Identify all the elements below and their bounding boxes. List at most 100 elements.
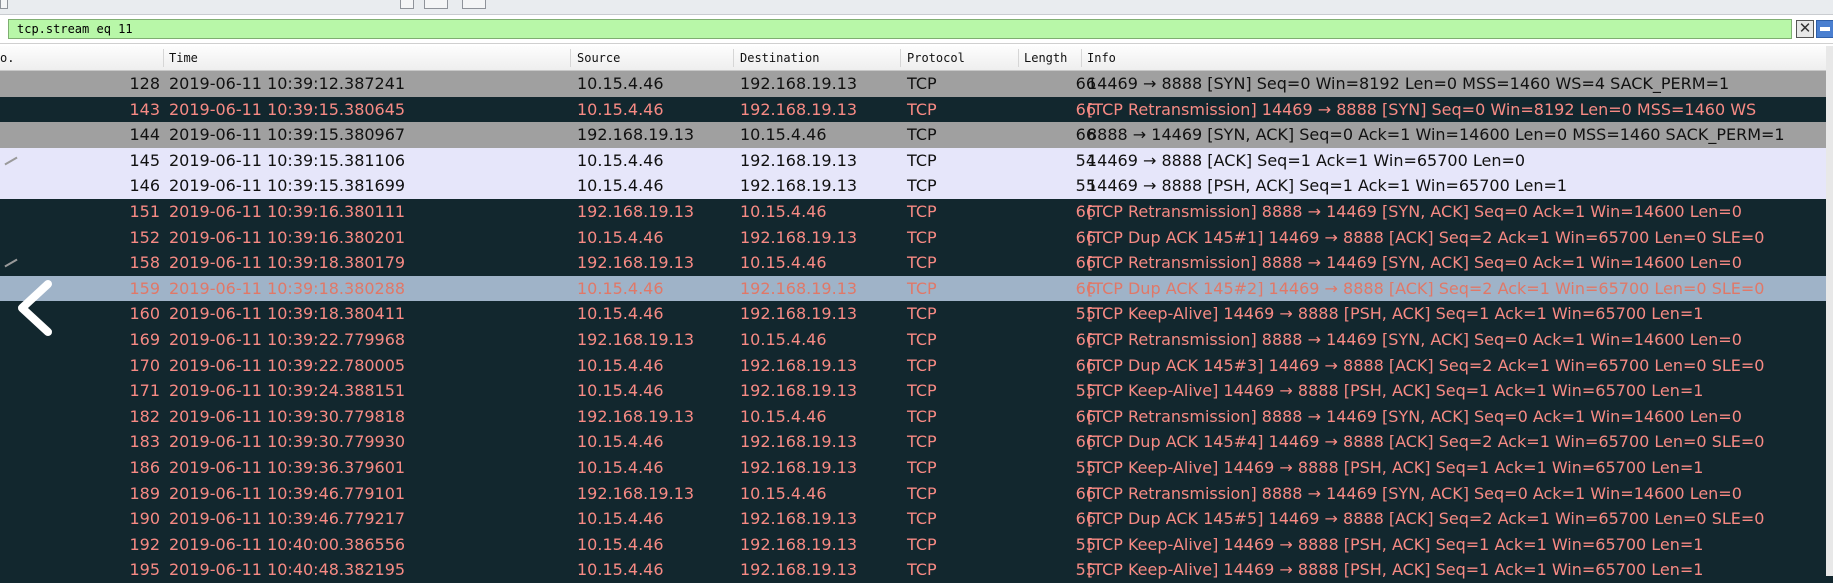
packet-row[interactable]: 186 2019-06-11 10:39:36.379601 10.15.4.46 1… — [0, 455, 1833, 481]
packet-row[interactable]: 195 2019-06-11 10:40:48.382195 10.15.4.46 1… — [0, 557, 1833, 583]
packet-time: 2019-06-11 10:39:18.380288 — [169, 278, 406, 298]
column-divider[interactable] — [1081, 49, 1082, 67]
packet-row[interactable]: 128 2019-06-11 10:39:12.387241 10.15.4.46 1… — [0, 71, 1833, 97]
packet-source: 10.15.4.46 — [577, 304, 664, 324]
packet-info: [TCP Dup ACK 145#1] 14469 → 8888 [ACK] S… — [1087, 227, 1765, 247]
packet-time: 2019-06-11 10:39:36.379601 — [169, 458, 406, 477]
packet-info: [TCP Dup ACK 145#2] 14469 → 8888 [ACK] S… — [1087, 278, 1765, 298]
packet-row[interactable]: 192 2019-06-11 10:40:00.386556 10.15.4.46 1… — [0, 531, 1833, 558]
packet-row[interactable]: 159 2019-06-11 10:39:18.380288 10.15.4.46 1… — [0, 275, 1833, 302]
column-header-source[interactable]: Source — [577, 46, 620, 70]
packet-row[interactable]: 144 2019-06-11 10:39:15.380967 192.168.19.… — [0, 122, 1833, 149]
packet-source: 192.168.19.13 — [577, 125, 695, 145]
packet-number: 192 — [129, 534, 160, 554]
column-header-length[interactable]: Length — [1024, 46, 1067, 70]
packet-destination: 10.15.4.46 — [740, 202, 827, 221]
packet-destination: 192.168.19.13 — [740, 304, 858, 324]
packet-protocol: TCP — [907, 227, 937, 247]
packet-destination: 192.168.19.13 — [740, 458, 858, 477]
packet-protocol: TCP — [907, 125, 937, 145]
packet-number: 183 — [129, 432, 160, 452]
packet-row[interactable]: 169 2019-06-11 10:39:22.779968 192.168.19.… — [0, 327, 1833, 353]
related-packet-mark-icon — [4, 156, 18, 166]
packet-row[interactable]: 143 2019-06-11 10:39:15.380645 10.15.4.46 1… — [0, 96, 1833, 123]
column-header-protocol[interactable]: Protocol — [907, 46, 965, 70]
packet-list-header: o. Time Source Destination Protocol Leng… — [0, 46, 1833, 71]
packet-list[interactable]: 128 2019-06-11 10:39:12.387241 10.15.4.46 1… — [0, 71, 1833, 583]
packet-row[interactable]: 182 2019-06-11 10:39:30.779818 192.168.19.… — [0, 403, 1833, 430]
packet-destination: 10.15.4.46 — [740, 125, 827, 145]
toolbar-button[interactable] — [462, 0, 486, 9]
packet-protocol: TCP — [907, 560, 937, 580]
packet-info: [TCP Retransmission] 8888 → 14469 [SYN, … — [1087, 406, 1742, 426]
packet-source: 10.15.4.46 — [577, 534, 664, 554]
packet-info: 14469 → 8888 [ACK] Seq=1 Ack=1 Win=65700… — [1087, 150, 1526, 170]
packet-source: 192.168.19.13 — [577, 330, 695, 349]
column-header-time[interactable]: Time — [169, 46, 198, 70]
packet-row[interactable]: 190 2019-06-11 10:39:46.779217 10.15.4.46 1… — [0, 506, 1833, 533]
column-divider[interactable] — [163, 49, 164, 67]
apply-filter-icon[interactable] — [1816, 20, 1833, 38]
packet-row[interactable]: 160 2019-06-11 10:39:18.380411 10.15.4.46 1… — [0, 301, 1833, 328]
toolbar-button[interactable] — [400, 0, 414, 9]
packet-protocol: TCP — [907, 330, 937, 349]
column-header-no[interactable]: o. — [0, 46, 14, 70]
packet-time: 2019-06-11 10:39:15.381106 — [169, 150, 406, 170]
column-divider[interactable] — [570, 49, 571, 67]
packet-row[interactable]: 146 2019-06-11 10:39:15.381699 10.15.4.46 1… — [0, 173, 1833, 200]
packet-row[interactable]: 158 2019-06-11 10:39:18.380179 192.168.19.… — [0, 250, 1833, 277]
display-filter-bar: tcp.stream eq 11 ✕ — [0, 17, 1833, 44]
packet-info: [TCP Keep-Alive] 14469 → 8888 [PSH, ACK]… — [1087, 534, 1704, 554]
column-divider[interactable] — [1018, 49, 1019, 67]
packet-time: 2019-06-11 10:39:24.388151 — [169, 381, 406, 401]
packet-number: 170 — [129, 355, 160, 375]
packet-time: 2019-06-11 10:39:16.380201 — [169, 227, 406, 247]
packet-source: 10.15.4.46 — [577, 458, 664, 477]
chevron-left-icon[interactable] — [10, 278, 60, 338]
vertical-scrollbar[interactable] — [1826, 46, 1833, 576]
packet-time: 2019-06-11 10:39:16.380111 — [169, 202, 406, 221]
packet-protocol: TCP — [907, 278, 937, 298]
packet-protocol: TCP — [907, 304, 937, 324]
packet-row[interactable]: 189 2019-06-11 10:39:46.779101 192.168.19.… — [0, 480, 1833, 507]
packet-row[interactable]: 152 2019-06-11 10:39:16.380201 10.15.4.46 1… — [0, 224, 1833, 251]
packet-row[interactable]: 183 2019-06-11 10:39:30.779930 10.15.4.46 1… — [0, 429, 1833, 456]
column-divider[interactable] — [733, 49, 734, 67]
packet-info: [TCP Keep-Alive] 14469 → 8888 [PSH, ACK]… — [1087, 304, 1704, 324]
clear-filter-icon[interactable]: ✕ — [1796, 20, 1814, 38]
packet-row[interactable]: 170 2019-06-11 10:39:22.780005 10.15.4.46 1… — [0, 352, 1833, 379]
packet-row[interactable]: 145 2019-06-11 10:39:15.381106 10.15.4.46 1… — [0, 147, 1833, 174]
column-header-info[interactable]: Info — [1087, 46, 1116, 70]
packet-source: 10.15.4.46 — [577, 99, 664, 119]
packet-number: 158 — [129, 253, 160, 273]
packet-time: 2019-06-11 10:39:18.380411 — [169, 304, 406, 324]
packet-info: [TCP Dup ACK 145#4] 14469 → 8888 [ACK] S… — [1087, 432, 1765, 452]
packet-number: 145 — [129, 150, 160, 170]
packet-protocol: TCP — [907, 458, 937, 477]
packet-time: 2019-06-11 10:39:15.380967 — [169, 125, 406, 145]
packet-time: 2019-06-11 10:39:30.779930 — [169, 432, 406, 452]
packet-row[interactable]: 171 2019-06-11 10:39:24.388151 10.15.4.46 1… — [0, 378, 1833, 405]
packet-info: 14469 → 8888 [PSH, ACK] Seq=1 Ack=1 Win=… — [1087, 176, 1568, 196]
display-filter-input[interactable]: tcp.stream eq 11 — [8, 19, 1792, 39]
toolbar-button[interactable] — [424, 0, 448, 9]
packet-destination: 192.168.19.13 — [740, 74, 858, 93]
packet-source: 10.15.4.46 — [577, 355, 664, 375]
column-header-destination[interactable]: Destination — [740, 46, 819, 70]
packet-info: [TCP Keep-Alive] 14469 → 8888 [PSH, ACK]… — [1087, 381, 1704, 401]
packet-protocol: TCP — [907, 202, 937, 221]
packet-info: 14469 → 8888 [SYN] Seq=0 Win=8192 Len=0 … — [1087, 74, 1730, 93]
packet-destination: 10.15.4.46 — [740, 406, 827, 426]
packet-protocol: TCP — [907, 99, 937, 119]
packet-number: 186 — [129, 458, 160, 477]
column-divider[interactable] — [900, 49, 901, 67]
packet-protocol: TCP — [907, 509, 937, 529]
toolbar-button[interactable] — [0, 0, 8, 9]
packet-source: 10.15.4.46 — [577, 560, 664, 580]
packet-number: 190 — [129, 509, 160, 529]
packet-destination: 192.168.19.13 — [740, 278, 858, 298]
packet-row[interactable]: 151 2019-06-11 10:39:16.380111 192.168.19.… — [0, 199, 1833, 225]
packet-number: 152 — [129, 227, 160, 247]
packet-time: 2019-06-11 10:39:46.779217 — [169, 509, 406, 529]
packet-time: 2019-06-11 10:39:12.387241 — [169, 74, 406, 93]
